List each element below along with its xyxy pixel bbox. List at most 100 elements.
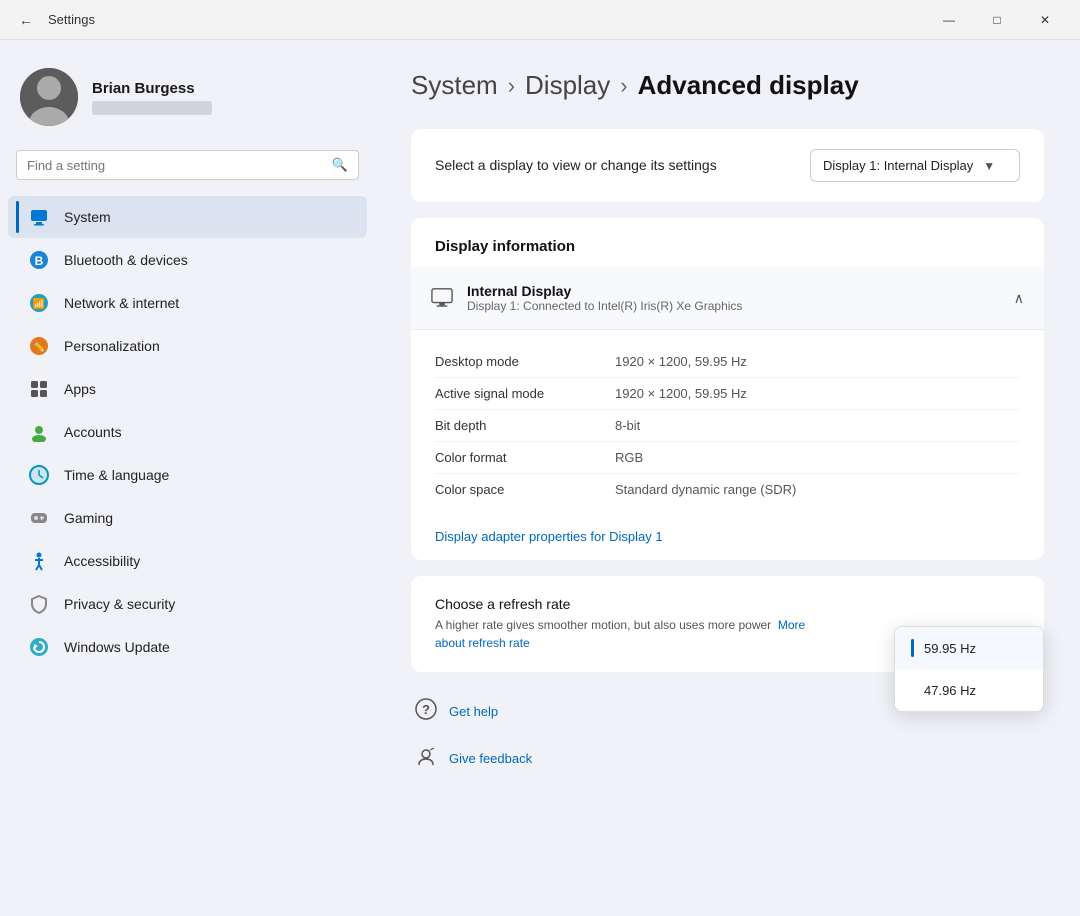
display-selector-row: Select a display to view or change its s… (411, 129, 1044, 202)
breadcrumb-part3: Advanced display (638, 70, 859, 101)
prop-label: Color format (435, 450, 615, 465)
sidebar-item-label: Gaming (64, 510, 113, 526)
breadcrumb-part1: System (411, 70, 498, 101)
adapter-properties-link[interactable]: Display adapter properties for Display 1 (411, 521, 1044, 560)
prop-label: Active signal mode (435, 386, 615, 401)
prop-row: Bit depth 8-bit (435, 410, 1020, 442)
get-help-label: Get help (449, 704, 498, 719)
search-box[interactable]: 🔍 (16, 150, 359, 180)
sidebar-item-accessibility[interactable]: Accessibility (8, 540, 367, 582)
refresh-rate-card: Choose a refresh rate A higher rate give… (411, 576, 1044, 672)
svg-text:✏️: ✏️ (33, 340, 45, 353)
no-indicator (911, 681, 914, 699)
avatar[interactable] (20, 68, 78, 126)
prop-label: Color space (435, 482, 615, 497)
sidebar-item-network[interactable]: 📶 Network & internet (8, 282, 367, 324)
sidebar-item-label: Privacy & security (64, 596, 175, 612)
maximize-button[interactable]: □ (974, 0, 1020, 40)
sidebar-item-label: System (64, 209, 111, 225)
update-icon (28, 636, 50, 658)
svg-text:B: B (35, 254, 44, 268)
prop-value: Standard dynamic range (SDR) (615, 482, 796, 497)
prop-value: 8-bit (615, 418, 640, 433)
sidebar-item-label: Personalization (64, 338, 160, 354)
refresh-option-label: 47.96 Hz (924, 683, 976, 698)
breadcrumb-sep2: › (620, 73, 627, 99)
prop-value: 1920 × 1200, 59.95 Hz (615, 354, 747, 369)
sidebar-item-update[interactable]: Windows Update (8, 626, 367, 668)
prop-value: RGB (615, 450, 643, 465)
search-icon: 🔍 (332, 157, 348, 173)
titlebar: ← Settings — □ ✕ (0, 0, 1080, 40)
sidebar-item-label: Apps (64, 381, 96, 397)
feedback-icon (415, 745, 437, 772)
refresh-rate-content: Choose a refresh rate A higher rate give… (411, 576, 1044, 672)
sidebar-item-label: Accessibility (64, 553, 140, 569)
system-icon (28, 206, 50, 228)
refresh-rate-dropdown[interactable]: 59.95 Hz 47.96 Hz (894, 626, 1044, 712)
sidebar-item-label: Windows Update (64, 639, 170, 655)
display-selector-card: Select a display to view or change its s… (411, 129, 1044, 202)
breadcrumb: System › Display › Advanced display (411, 70, 1044, 101)
display-dropdown-value: Display 1: Internal Display (823, 158, 973, 173)
display-selector-label: Select a display to view or change its s… (435, 156, 717, 176)
display-name: Internal Display (467, 283, 742, 299)
display-info-header: Internal Display Display 1: Connected to… (411, 267, 1044, 330)
prop-row: Color format RGB (435, 442, 1020, 474)
back-button[interactable]: ← (12, 6, 40, 34)
breadcrumb-sep1: › (508, 73, 515, 99)
personalization-icon: ✏️ (28, 335, 50, 357)
accessibility-icon (28, 550, 50, 572)
privacy-icon (28, 593, 50, 615)
time-icon (28, 464, 50, 486)
sidebar-item-personalization[interactable]: ✏️ Personalization (8, 325, 367, 367)
display-info-section: Display information Internal Display Dis… (411, 218, 1044, 560)
bluetooth-icon: B (28, 249, 50, 271)
prop-label: Bit depth (435, 418, 615, 433)
svg-text:📶: 📶 (33, 297, 45, 310)
back-icon: ← (19, 12, 33, 28)
app-body: Brian Burgess 🔍 System B (0, 40, 1080, 916)
dropdown-chevron-icon: ▼ (983, 159, 995, 173)
display-info-title: Display information (411, 218, 1044, 267)
refresh-option-0[interactable]: 59.95 Hz (895, 627, 1043, 669)
sidebar-item-time[interactable]: Time & language (8, 454, 367, 496)
give-feedback-link[interactable]: Give feedback (411, 735, 1044, 782)
collapse-button[interactable]: ∧ (1014, 290, 1024, 307)
prop-label: Desktop mode (435, 354, 615, 369)
display-name-info: Internal Display Display 1: Connected to… (467, 283, 742, 313)
sidebar-item-apps[interactable]: Apps (8, 368, 367, 410)
main-content: System › Display › Advanced display Sele… (375, 40, 1080, 916)
display-dropdown[interactable]: Display 1: Internal Display ▼ (810, 149, 1020, 182)
help-icon: ? (415, 698, 437, 725)
refresh-rate-info: Choose a refresh rate A higher rate give… (435, 596, 835, 652)
selected-indicator (911, 639, 914, 657)
svg-text:?: ? (422, 702, 430, 717)
sidebar-item-label: Network & internet (64, 295, 179, 311)
gaming-icon (28, 507, 50, 529)
sidebar-item-gaming[interactable]: Gaming (8, 497, 367, 539)
sidebar-item-system[interactable]: System (8, 196, 367, 238)
window-controls: — □ ✕ (926, 0, 1068, 40)
minimize-button[interactable]: — (926, 0, 972, 40)
apps-icon (28, 378, 50, 400)
sidebar-item-accounts[interactable]: Accounts (8, 411, 367, 453)
display-props: Desktop mode 1920 × 1200, 59.95 Hz Activ… (411, 330, 1044, 521)
accounts-icon (28, 421, 50, 443)
prop-row: Active signal mode 1920 × 1200, 59.95 Hz (435, 378, 1020, 410)
refresh-option-1[interactable]: 47.96 Hz (895, 669, 1043, 711)
monitor-icon (431, 287, 453, 309)
refresh-option-label: 59.95 Hz (924, 641, 976, 656)
close-button[interactable]: ✕ (1022, 0, 1068, 40)
user-section: Brian Burgess (0, 56, 375, 146)
prop-value: 1920 × 1200, 59.95 Hz (615, 386, 747, 401)
sidebar-item-label: Accounts (64, 424, 122, 440)
search-input[interactable] (27, 158, 324, 173)
sidebar-item-label: Bluetooth & devices (64, 252, 188, 268)
user-account (92, 101, 212, 115)
sidebar-item-privacy[interactable]: Privacy & security (8, 583, 367, 625)
refresh-rate-description: A higher rate gives smoother motion, but… (435, 618, 771, 632)
breadcrumb-part2: Display (525, 70, 610, 101)
prop-row: Desktop mode 1920 × 1200, 59.95 Hz (435, 346, 1020, 378)
sidebar-item-bluetooth[interactable]: B Bluetooth & devices (8, 239, 367, 281)
